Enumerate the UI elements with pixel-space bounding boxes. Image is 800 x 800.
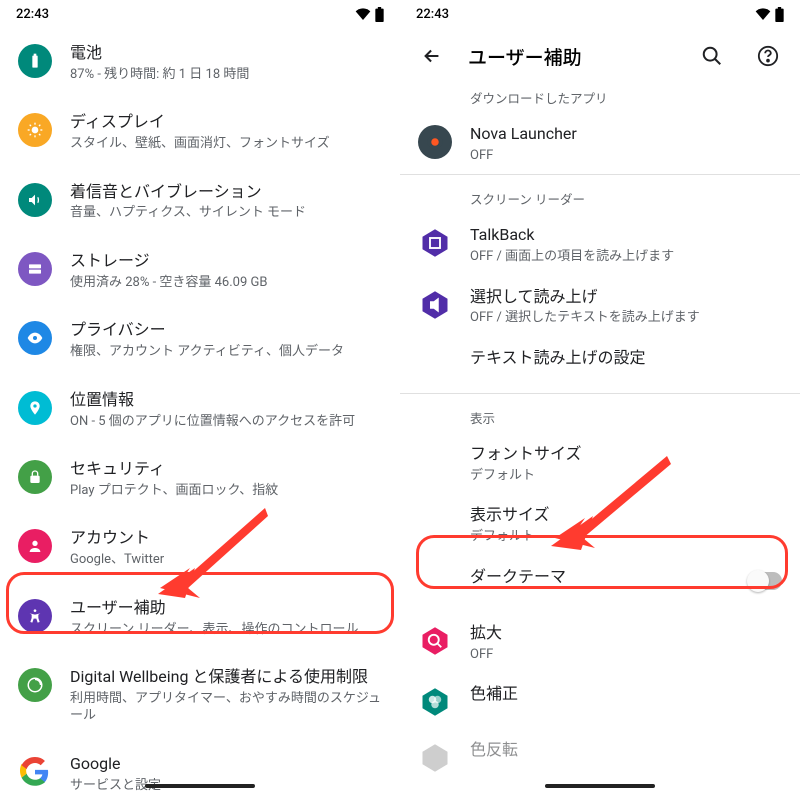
settings-item-display[interactable]: ディスプレイ スタイル、壁紙、画面消灯、フォントサイズ [0, 97, 400, 166]
search-button[interactable] [692, 36, 732, 76]
item-magnification[interactable]: 拡大 OFF [400, 612, 800, 673]
nav-bar[interactable] [400, 772, 800, 800]
display-icon [18, 113, 52, 147]
settings-item-sound[interactable]: 着信音とバイブレーション 音量、ハプティクス、サイレント モード [0, 167, 400, 236]
item-display-size[interactable]: 表示サイズ デフォルト [400, 494, 800, 555]
wellbeing-icon [18, 668, 52, 702]
app-bar: ユーザー補助 [400, 28, 800, 84]
settings-item-location[interactable]: 位置情報 ON - 5 個のアプリに位置情報へのアクセスを許可 [0, 375, 400, 444]
settings-item-storage[interactable]: ストレージ 使用済み 28% - 空き容量 46.09 GB [0, 236, 400, 305]
item-select-to-speak[interactable]: 選択して読み上げ OFF / 選択したテキストを読み上げます [400, 276, 800, 337]
settings-item-accessibility[interactable]: ユーザー補助 スクリーン リーダー、表示、操作のコントロール [0, 583, 400, 652]
item-font-size[interactable]: フォントサイズ デフォルト [400, 433, 800, 494]
item-dark-theme[interactable]: ダークテーマ [400, 556, 800, 612]
settings-item-wellbeing[interactable]: Digital Wellbeing と保護者による使用制限 利用時間、アプリタイ… [0, 652, 400, 739]
accessibility-icon [18, 599, 52, 633]
location-icon [18, 391, 52, 425]
item-talkback[interactable]: TalkBack OFF / 画面上の項目を読み上げます [400, 214, 800, 275]
accessibility-screen: 22:43 ユーザー補助 ダウンロードしたアプリ Nova Launcher [400, 0, 800, 800]
color-correction-icon [418, 685, 452, 719]
security-icon [18, 460, 52, 494]
talkback-icon [418, 226, 452, 260]
item-nova-launcher[interactable]: Nova Launcher OFF [400, 113, 800, 174]
nav-bar[interactable] [0, 772, 400, 800]
settings-item-accounts[interactable]: アカウント Google、Twitter [0, 513, 400, 582]
status-bar: 22:43 [400, 0, 800, 28]
help-button[interactable] [748, 36, 788, 76]
settings-list[interactable]: 電池 87% - 残り時間: 約 1 日 18 時間 ディスプレイ スタイル、壁… [0, 28, 400, 800]
page-title: ユーザー補助 [468, 43, 676, 70]
sound-icon [18, 183, 52, 217]
select-to-speak-icon [418, 288, 452, 322]
dark-theme-toggle[interactable] [748, 572, 782, 590]
section-header-screenreader: スクリーン リーダー [400, 175, 800, 214]
battery-status-icon [775, 7, 784, 22]
section-header-display: 表示 [400, 394, 800, 433]
clock: 22:43 [16, 7, 49, 22]
nova-launcher-icon [418, 125, 452, 159]
battery-status-icon [375, 7, 384, 22]
status-bar: 22:43 [0, 0, 400, 28]
settings-screen: 22:43 電池 87% - 残り時間: 約 1 日 18 時間 [0, 0, 400, 800]
magnify-icon [418, 624, 452, 658]
back-button[interactable] [412, 36, 452, 76]
item-color-correction[interactable]: 色補正 [400, 673, 800, 729]
section-header-downloaded: ダウンロードしたアプリ [400, 84, 800, 113]
wifi-icon [355, 8, 371, 20]
battery-icon [18, 44, 52, 78]
settings-item-privacy[interactable]: プライバシー 権限、アカウント アクティビティ、個人データ [0, 305, 400, 374]
item-tts-settings[interactable]: テキスト読み上げの設定 [400, 337, 800, 393]
clock: 22:43 [416, 7, 449, 22]
wifi-icon [755, 8, 771, 20]
color-inversion-icon [418, 741, 452, 775]
account-icon [18, 529, 52, 563]
settings-item-battery[interactable]: 電池 87% - 残り時間: 約 1 日 18 時間 [0, 28, 400, 97]
settings-item-security[interactable]: セキュリティ Play プロテクト、画面ロック、指紋 [0, 444, 400, 513]
privacy-icon [18, 321, 52, 355]
storage-icon [18, 252, 52, 286]
